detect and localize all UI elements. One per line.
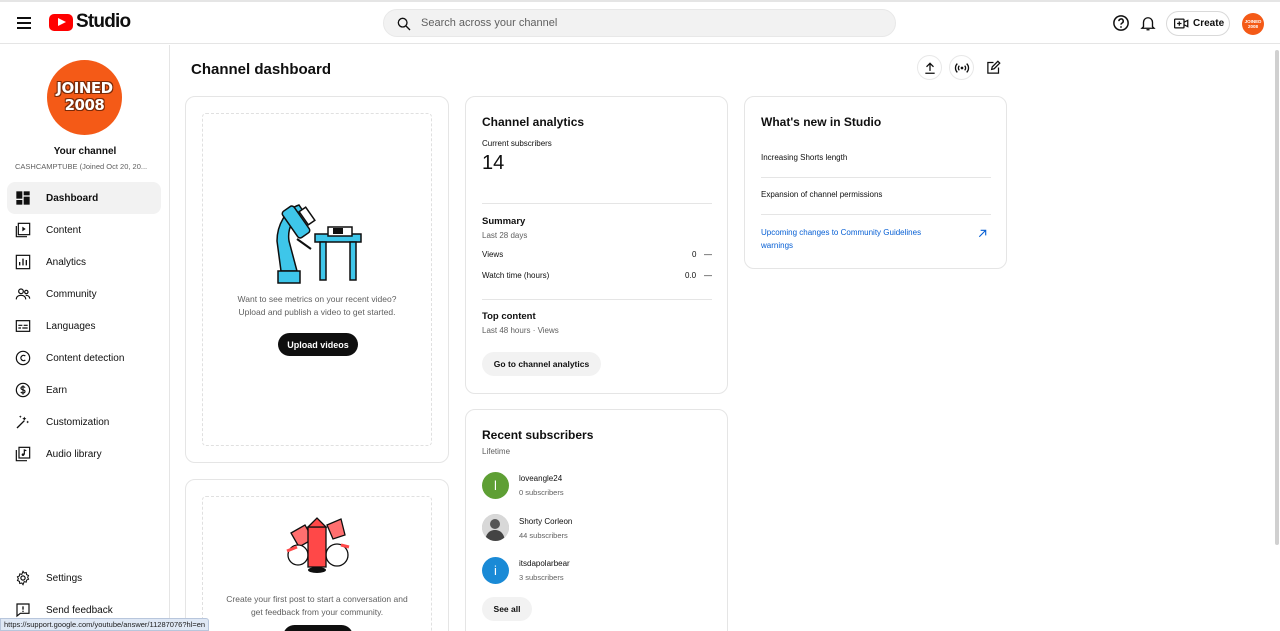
- page-title: Channel dashboard: [191, 61, 332, 78]
- account-avatar[interactable]: JOINED 2008: [1242, 13, 1264, 35]
- sidebar-item-content-detection[interactable]: Content detection: [7, 342, 161, 374]
- whats-new-card: What's new in Studio Increasing Shorts l…: [744, 96, 1007, 269]
- sidebar-item-dashboard[interactable]: Dashboard: [7, 182, 161, 214]
- views-value: 0: [692, 250, 697, 259]
- news-link[interactable]: Upcoming changes to Community Guidelines…: [761, 226, 951, 252]
- your-channel-label: Your channel: [53, 146, 117, 157]
- studio-logo[interactable]: Studio: [49, 11, 131, 33]
- help-icon[interactable]: [1112, 14, 1130, 32]
- edit-icon: [987, 60, 1001, 74]
- summary-period: Last 28 days: [482, 231, 528, 240]
- sidebar-item-settings[interactable]: Settings: [7, 562, 161, 594]
- post-prompt-line1: Create your first post to start a conver…: [226, 594, 408, 604]
- upload-prompt-line1: Want to see metrics on your recent video…: [237, 294, 397, 304]
- create-post-button[interactable]: [981, 55, 1006, 80]
- sidebar-item-community[interactable]: Community: [7, 278, 161, 310]
- see-all-button[interactable]: See all: [482, 597, 532, 621]
- sidebar: JOINED 2008 Your channel CASHCAMPTUBE (J…: [0, 45, 170, 631]
- subscriber-avatar[interactable]: l: [482, 472, 509, 499]
- top-content-period: Last 48 hours · Views: [482, 326, 559, 335]
- channel-avatar[interactable]: JOINED 2008: [47, 60, 122, 135]
- views-trend: —: [704, 250, 712, 259]
- page-scrollbar[interactable]: [1274, 45, 1280, 631]
- analytics-title: Channel analytics: [482, 115, 585, 129]
- languages-icon: [15, 320, 31, 332]
- magic-wand-icon: [16, 415, 29, 429]
- post-prompt-line2: get feedback from your community.: [250, 607, 384, 617]
- scrollbar-thumb[interactable]: [1275, 50, 1279, 545]
- channel-name: CASHCAMPTUBE (Joined Oct 20, 20...: [15, 162, 148, 171]
- subscriber-avatar[interactable]: i: [482, 557, 509, 584]
- create-button[interactable]: Create: [1166, 11, 1230, 36]
- recent-subscribers-title: Recent subscribers: [482, 428, 594, 442]
- subscriber-name[interactable]: itsdapolarbear: [519, 559, 570, 568]
- status-bar-url: https://support.google.com/youtube/answe…: [0, 618, 210, 631]
- whats-new-title: What's new in Studio: [761, 115, 882, 129]
- megaphone-illustration: [286, 517, 350, 573]
- sidebar-item-audio-library[interactable]: Audio library: [7, 438, 161, 470]
- subscriber-photo: [482, 514, 509, 541]
- gear-icon: [16, 570, 30, 586]
- top-header: Studio Create JOINED 2008: [0, 2, 1280, 44]
- divider: [761, 214, 991, 215]
- microscope-illustration: [276, 204, 362, 284]
- dashboard-icon: [16, 191, 30, 205]
- subscriber-avatar[interactable]: [482, 514, 509, 541]
- search-input[interactable]: [421, 14, 861, 32]
- live-broadcast-icon: [954, 62, 969, 73]
- sidebar-item-content[interactable]: Content: [7, 214, 161, 246]
- divider: [482, 203, 712, 204]
- subscriber-count: 3 subscribers: [519, 573, 564, 582]
- subscriber-count: 44 subscribers: [519, 531, 568, 540]
- community-icon: [15, 288, 31, 300]
- watch-time-label: Watch time (hours): [482, 271, 550, 280]
- notifications-icon[interactable]: [1139, 14, 1157, 32]
- sidebar-item-analytics[interactable]: Analytics: [7, 246, 161, 278]
- upload-video-card: Want to see metrics on your recent video…: [185, 96, 449, 463]
- dollar-icon: [15, 382, 31, 398]
- analytics-icon: [15, 254, 31, 270]
- recent-subscribers-card: Recent subscribers Lifetime l loveangle2…: [465, 409, 728, 631]
- watch-time-trend: —: [704, 271, 712, 280]
- go-to-channel-analytics-button[interactable]: Go to channel analytics: [482, 352, 601, 376]
- external-link-icon[interactable]: [977, 228, 988, 239]
- content-icon: [15, 222, 31, 238]
- watch-time-value: 0.0: [685, 271, 697, 280]
- sidebar-item-languages[interactable]: Languages: [7, 310, 161, 342]
- subscriber-name[interactable]: loveangle24: [519, 474, 562, 483]
- channel-analytics-card: Channel analytics Current subscribers 14…: [465, 96, 728, 394]
- audio-library-icon: [15, 446, 31, 462]
- search-icon[interactable]: [396, 16, 412, 32]
- upload-dropzone: Want to see metrics on your recent video…: [202, 113, 432, 446]
- subscriber-name[interactable]: Shorty Corleon: [519, 517, 572, 526]
- create-video-icon: [1174, 18, 1189, 29]
- views-label: Views: [482, 250, 504, 259]
- upload-videos-button[interactable]: Upload videos: [278, 333, 358, 356]
- feedback-icon: [16, 603, 30, 618]
- sidebar-item-customization[interactable]: Customization: [7, 406, 161, 438]
- upload-button[interactable]: [917, 55, 942, 80]
- news-item[interactable]: Increasing Shorts length: [761, 153, 847, 162]
- go-live-button[interactable]: [949, 55, 974, 80]
- divider: [761, 177, 991, 178]
- upload-prompt-line2: Upload and publish a video to get starte…: [238, 307, 396, 317]
- divider: [482, 299, 712, 300]
- recent-subscribers-period: Lifetime: [482, 447, 511, 456]
- summary-label: Summary: [482, 216, 526, 227]
- sidebar-item-earn[interactable]: Earn: [7, 374, 161, 406]
- news-item[interactable]: Expansion of channel permissions: [761, 190, 882, 199]
- search-bar[interactable]: [383, 9, 896, 37]
- create-post-card: Create your first post to start a conver…: [185, 479, 449, 631]
- copyright-icon: [15, 350, 31, 366]
- youtube-play-icon: [49, 13, 73, 31]
- upload-icon: [924, 61, 935, 74]
- top-content-label: Top content: [482, 311, 536, 322]
- menu-icon[interactable]: [14, 13, 34, 33]
- subscriber-count: 0 subscribers: [519, 488, 564, 497]
- current-subscribers-value: 14: [482, 152, 505, 174]
- create-post-action-button[interactable]: [283, 625, 353, 631]
- current-subscribers-label: Current subscribers: [482, 139, 552, 148]
- post-dropzone: Create your first post to start a conver…: [202, 496, 432, 631]
